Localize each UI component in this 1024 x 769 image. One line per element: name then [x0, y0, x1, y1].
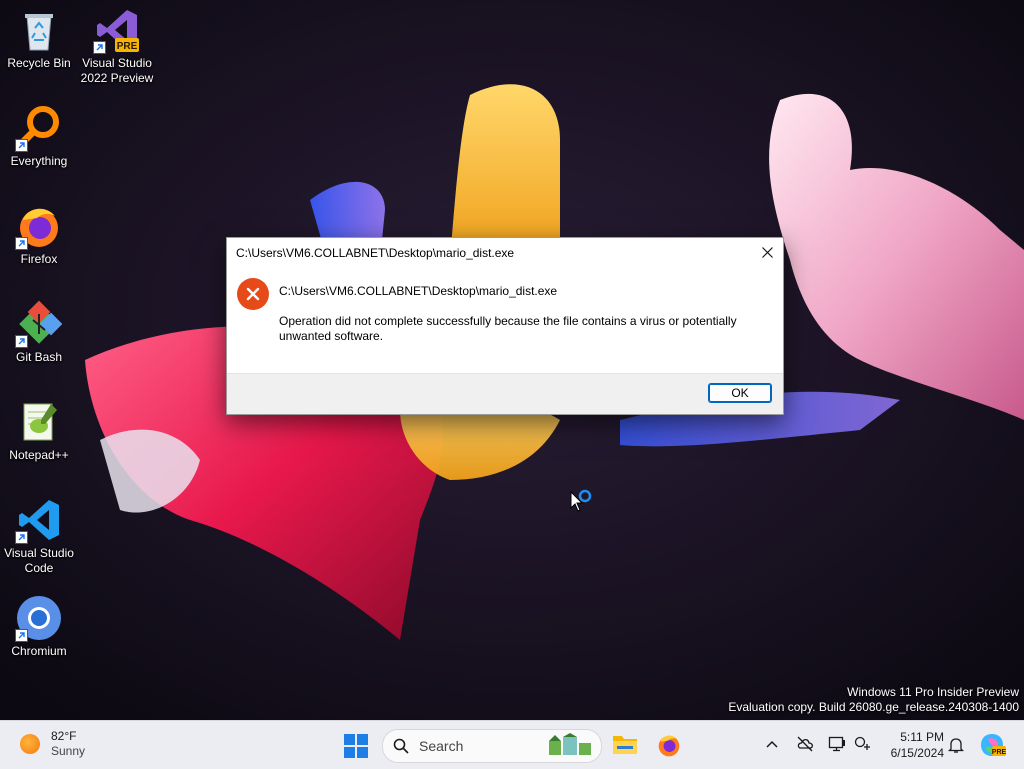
watermark-edition: Windows 11 Pro Insider Preview: [847, 685, 1019, 699]
pre-badge: PRE: [992, 749, 1006, 756]
clock-date: 6/15/2024: [890, 746, 944, 760]
search-box[interactable]: Search: [382, 729, 602, 763]
dialog-footer: OK: [227, 373, 783, 414]
clock-time: 5:11 PM: [900, 730, 944, 744]
chevron-up-icon[interactable]: [766, 740, 778, 748]
system-clock[interactable]: 5:11 PM 6/15/2024: [880, 729, 944, 761]
close-button[interactable]: [751, 238, 783, 267]
desktop-icon-git-bash[interactable]: Git Bash: [0, 300, 78, 365]
desktop-icon-firefox[interactable]: Firefox: [0, 202, 78, 267]
weather-temperature: 82°F: [51, 729, 77, 743]
shortcut-arrow-icon: [15, 629, 28, 642]
desktop-icon-everything[interactable]: Everything: [0, 104, 78, 169]
taskbar: 82°F Sunny Search 5:11 PM 6/15/2024 PRE: [0, 720, 1024, 769]
busy-cursor-icon: [570, 489, 592, 512]
error-icon: [237, 278, 269, 310]
desktop-icon-label: Everything: [10, 154, 68, 168]
ok-button[interactable]: OK: [708, 383, 772, 403]
everything-search-icon: [15, 104, 63, 152]
error-dialog: C:\Users\VM6.COLLABNET\Desktop\mario_dis…: [226, 237, 784, 415]
file-explorer-icon[interactable]: [612, 732, 638, 756]
weather-condition: Sunny: [51, 744, 86, 758]
chromium-icon: [15, 594, 63, 642]
sun-icon: [20, 734, 40, 754]
notepad-plus-plus-icon: [15, 398, 63, 446]
search-placeholder: Search: [419, 738, 464, 754]
desktop-icon-label: Firefox: [20, 252, 58, 266]
dialog-title: C:\Users\VM6.COLLABNET\Desktop\mario_dis…: [236, 246, 515, 260]
shortcut-arrow-icon: [15, 531, 28, 544]
desktop-icon-label: Recycle Bin: [7, 56, 71, 70]
desktop-icon-visual-studio-code[interactable]: Visual Studio Code: [0, 496, 78, 576]
shortcut-arrow-icon: [93, 41, 106, 54]
evaluation-watermark: Windows 11 Pro Insider Preview Evaluatio…: [728, 685, 1019, 715]
display-icon[interactable]: [828, 735, 846, 753]
desktop-icon-label: Visual Studio 2022 Preview: [80, 56, 154, 85]
desktop-icon-notepad-plus-plus[interactable]: Notepad++: [0, 398, 78, 463]
accessibility-status-icon[interactable]: [854, 735, 872, 753]
recycle-bin-icon: [15, 6, 63, 54]
start-button[interactable]: [344, 734, 368, 758]
desktop-icon-label: Git Bash: [15, 350, 63, 364]
dialog-body: C:\Users\VM6.COLLABNET\Desktop\mario_dis…: [227, 267, 783, 373]
weather-widget[interactable]: 82°F Sunny: [20, 729, 85, 759]
dialog-heading: C:\Users\VM6.COLLABNET\Desktop\mario_dis…: [279, 284, 558, 298]
vscode-icon: [15, 496, 63, 544]
network-disconnected-icon[interactable]: [796, 735, 814, 753]
desktop-icon-chromium[interactable]: Chromium: [0, 594, 78, 659]
close-icon: [761, 247, 773, 258]
desktop-icon-label: Notepad++: [9, 448, 69, 462]
notification-bell-icon[interactable]: [948, 736, 964, 754]
desktop-icon-visual-studio-2022-preview[interactable]: PRE Visual Studio 2022 Preview: [78, 6, 156, 86]
pre-badge: PRE: [117, 41, 138, 52]
dialog-message: Operation did not complete successfully …: [279, 314, 737, 343]
shortcut-arrow-icon: [15, 237, 28, 250]
shortcut-arrow-icon: [15, 139, 28, 152]
search-icon: [393, 738, 409, 754]
firefox-taskbar-icon[interactable]: [656, 732, 682, 758]
dialog-titlebar[interactable]: C:\Users\VM6.COLLABNET\Desktop\mario_dis…: [227, 238, 783, 267]
git-bash-icon: [15, 300, 63, 348]
desktop-icon-recycle-bin[interactable]: Recycle Bin: [0, 6, 78, 71]
desktop-icon-label: Chromium: [11, 644, 67, 658]
search-highlight-icon: [549, 733, 591, 755]
shortcut-arrow-icon: [15, 335, 28, 348]
watermark-build: Evaluation copy. Build 26080.ge_release.…: [728, 700, 1019, 714]
copilot-preview-icon[interactable]: PRE: [980, 733, 1006, 757]
firefox-icon: [15, 202, 63, 250]
visual-studio-preview-icon: PRE: [93, 6, 141, 54]
desktop-icon-label: Visual Studio Code: [4, 546, 74, 575]
